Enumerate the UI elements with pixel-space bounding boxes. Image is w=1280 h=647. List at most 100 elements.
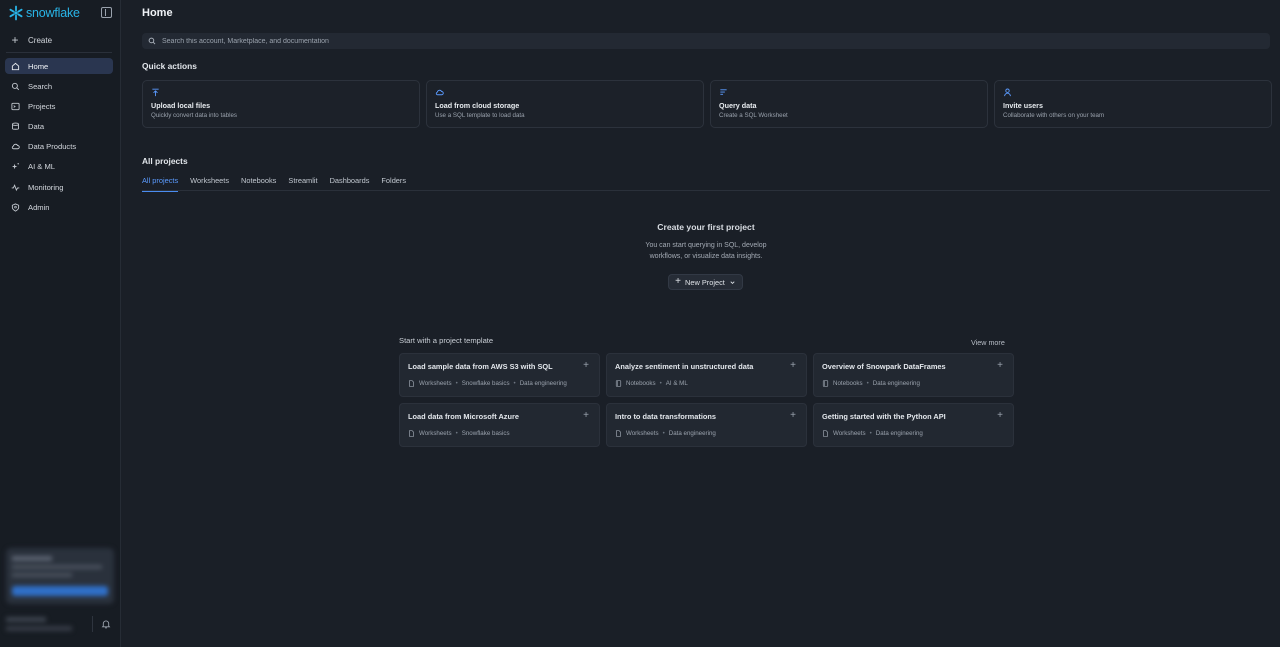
database-icon (11, 122, 20, 131)
separator-dot: • (513, 380, 516, 387)
bell-icon[interactable] (101, 619, 111, 629)
template-card[interactable]: Intro to data transformations + Workshee… (606, 403, 807, 447)
cloud-icon (11, 142, 20, 151)
sidebar-item-ai-ml[interactable]: AI & ML (5, 159, 113, 175)
template-title: Getting started with the Python API (822, 412, 946, 421)
global-search[interactable] (142, 33, 1270, 49)
tab-worksheets[interactable]: Worksheets (190, 174, 229, 191)
sidebar-item-label: Data (28, 122, 45, 132)
template-tag: Data engineering (875, 430, 923, 437)
blurred-user-menu[interactable] (4, 614, 76, 636)
home-icon (11, 62, 20, 71)
quick-action-invite-users[interactable]: Invite users Collaborate with others on … (994, 80, 1272, 128)
file-icon (823, 430, 828, 437)
template-title: Overview of Snowpark DataFrames (822, 362, 946, 371)
template-card[interactable]: Overview of Snowpark DataFrames + Notebo… (813, 353, 1014, 397)
user-divider (92, 616, 93, 632)
add-template-icon[interactable]: + (790, 411, 796, 421)
template-card[interactable]: Load sample data from AWS S3 with SQL + … (399, 353, 600, 397)
tab-streamlit[interactable]: Streamlit (288, 174, 317, 191)
quick-action-subtitle: Use a SQL template to load data (435, 112, 525, 119)
quick-action-subtitle: Collaborate with others on your team (1003, 112, 1105, 119)
add-template-icon[interactable]: + (790, 361, 796, 371)
add-template-icon[interactable]: + (997, 361, 1003, 371)
cloud-icon (435, 89, 444, 96)
template-meta: Worksheets • Snowflake basics • Data eng… (408, 380, 567, 387)
view-more-link[interactable]: View more (971, 338, 1005, 347)
empty-state: Create your first project You can start … (606, 222, 806, 262)
template-card[interactable]: Getting started with the Python API + Wo… (813, 403, 1014, 447)
file-icon (616, 430, 621, 437)
file-icon (409, 430, 414, 437)
quick-actions: Upload local files Quickly convert data … (142, 80, 1272, 128)
tab-folders[interactable]: Folders (381, 174, 406, 191)
quick-action-title: Query data (719, 101, 757, 110)
sidebar-item-label: Monitoring (28, 182, 64, 192)
tab-all-projects[interactable]: All projects (142, 174, 179, 192)
sidebar-item-label: AI & ML (28, 162, 56, 172)
user-icon (1004, 88, 1011, 97)
shield-icon (11, 203, 20, 212)
quick-action-query-data[interactable]: Query data Create a SQL Worksheet (710, 80, 988, 128)
separator-dot: • (866, 380, 869, 387)
template-tag: Data engineering (872, 380, 920, 387)
sidebar-item-data[interactable]: Data (5, 119, 113, 135)
create-label: Create (28, 35, 53, 45)
separator-dot: • (659, 380, 662, 387)
sidebar-item-label: Home (28, 61, 49, 71)
create-button[interactable]: + Create (10, 34, 52, 46)
terminal-icon (11, 102, 20, 111)
quick-action-load-from-cloud-storage[interactable]: Load from cloud storage Use a SQL templa… (426, 80, 704, 128)
template-tag: Snowflake basics (461, 380, 510, 387)
tab-notebooks[interactable]: Notebooks (241, 174, 276, 191)
project-tabs: All projects Worksheets Notebooks Stream… (142, 174, 1270, 192)
main-content: Home Quick actions Upload local files Qu… (122, 0, 1280, 647)
template-title: Load data from Microsoft Azure (408, 412, 520, 421)
tab-dashboards[interactable]: Dashboards (330, 174, 370, 191)
sidebar-item-label: Search (28, 81, 53, 91)
quick-action-subtitle: Quickly convert data into tables (151, 112, 237, 119)
collapse-sidebar-icon[interactable] (101, 7, 112, 18)
snowflake-logo[interactable]: snowflake (8, 5, 80, 21)
quick-action-title: Invite users (1003, 101, 1043, 110)
add-template-icon[interactable]: + (583, 361, 589, 371)
quick-actions-heading: Quick actions (142, 61, 197, 71)
add-template-icon[interactable]: + (997, 411, 1003, 421)
quick-action-subtitle: Create a SQL Worksheet (719, 112, 788, 119)
sidebar-item-projects[interactable]: Projects (5, 98, 113, 114)
add-template-icon[interactable]: + (583, 411, 589, 421)
sidebar-item-admin[interactable]: Admin (5, 199, 113, 215)
template-type: Notebooks (626, 380, 656, 387)
template-type: Worksheets (419, 380, 452, 387)
sidebar-nav: Home Search Projects Data Data Products (5, 58, 113, 220)
new-project-button[interactable]: + New Project (668, 274, 743, 290)
template-grid: Load sample data from AWS S3 with SQL + … (399, 353, 1014, 447)
sidebar-item-search[interactable]: Search (5, 78, 113, 94)
new-project-label: New Project (685, 277, 725, 287)
sidebar-item-home[interactable]: Home (5, 58, 113, 74)
quick-action-upload-local-files[interactable]: Upload local files Quickly convert data … (142, 80, 420, 128)
template-card[interactable]: Analyze sentiment in unstructured data +… (606, 353, 807, 397)
activity-icon (11, 183, 20, 192)
template-type: Notebooks (833, 380, 863, 387)
sidebar-item-label: Data Products (28, 142, 77, 152)
sidebar-item-monitoring[interactable]: Monitoring (5, 179, 113, 195)
file-icon (409, 380, 414, 387)
templates-heading: Start with a project template (399, 336, 494, 345)
template-type: Worksheets (833, 430, 866, 437)
sidebar-item-data-products[interactable]: Data Products (5, 139, 113, 155)
separator-dot: • (662, 430, 665, 437)
empty-state-description-line: workflows, or visualize data insights. (649, 253, 763, 260)
blurred-promo-card (6, 548, 114, 604)
quick-action-title: Load from cloud storage (435, 101, 520, 110)
search-icon (11, 82, 20, 91)
quick-action-title: Upload local files (151, 101, 211, 110)
empty-state-description-line: You can start querying in SQL, develop (645, 242, 767, 249)
chevron-down-icon (730, 280, 735, 284)
search-input[interactable] (162, 37, 762, 45)
template-meta: Notebooks • Data engineering (822, 380, 920, 387)
all-projects-heading: All projects (142, 156, 188, 166)
upload-icon (152, 88, 159, 97)
template-tag: AI & ML (665, 380, 688, 387)
template-card[interactable]: Load data from Microsoft Azure + Workshe… (399, 403, 600, 447)
